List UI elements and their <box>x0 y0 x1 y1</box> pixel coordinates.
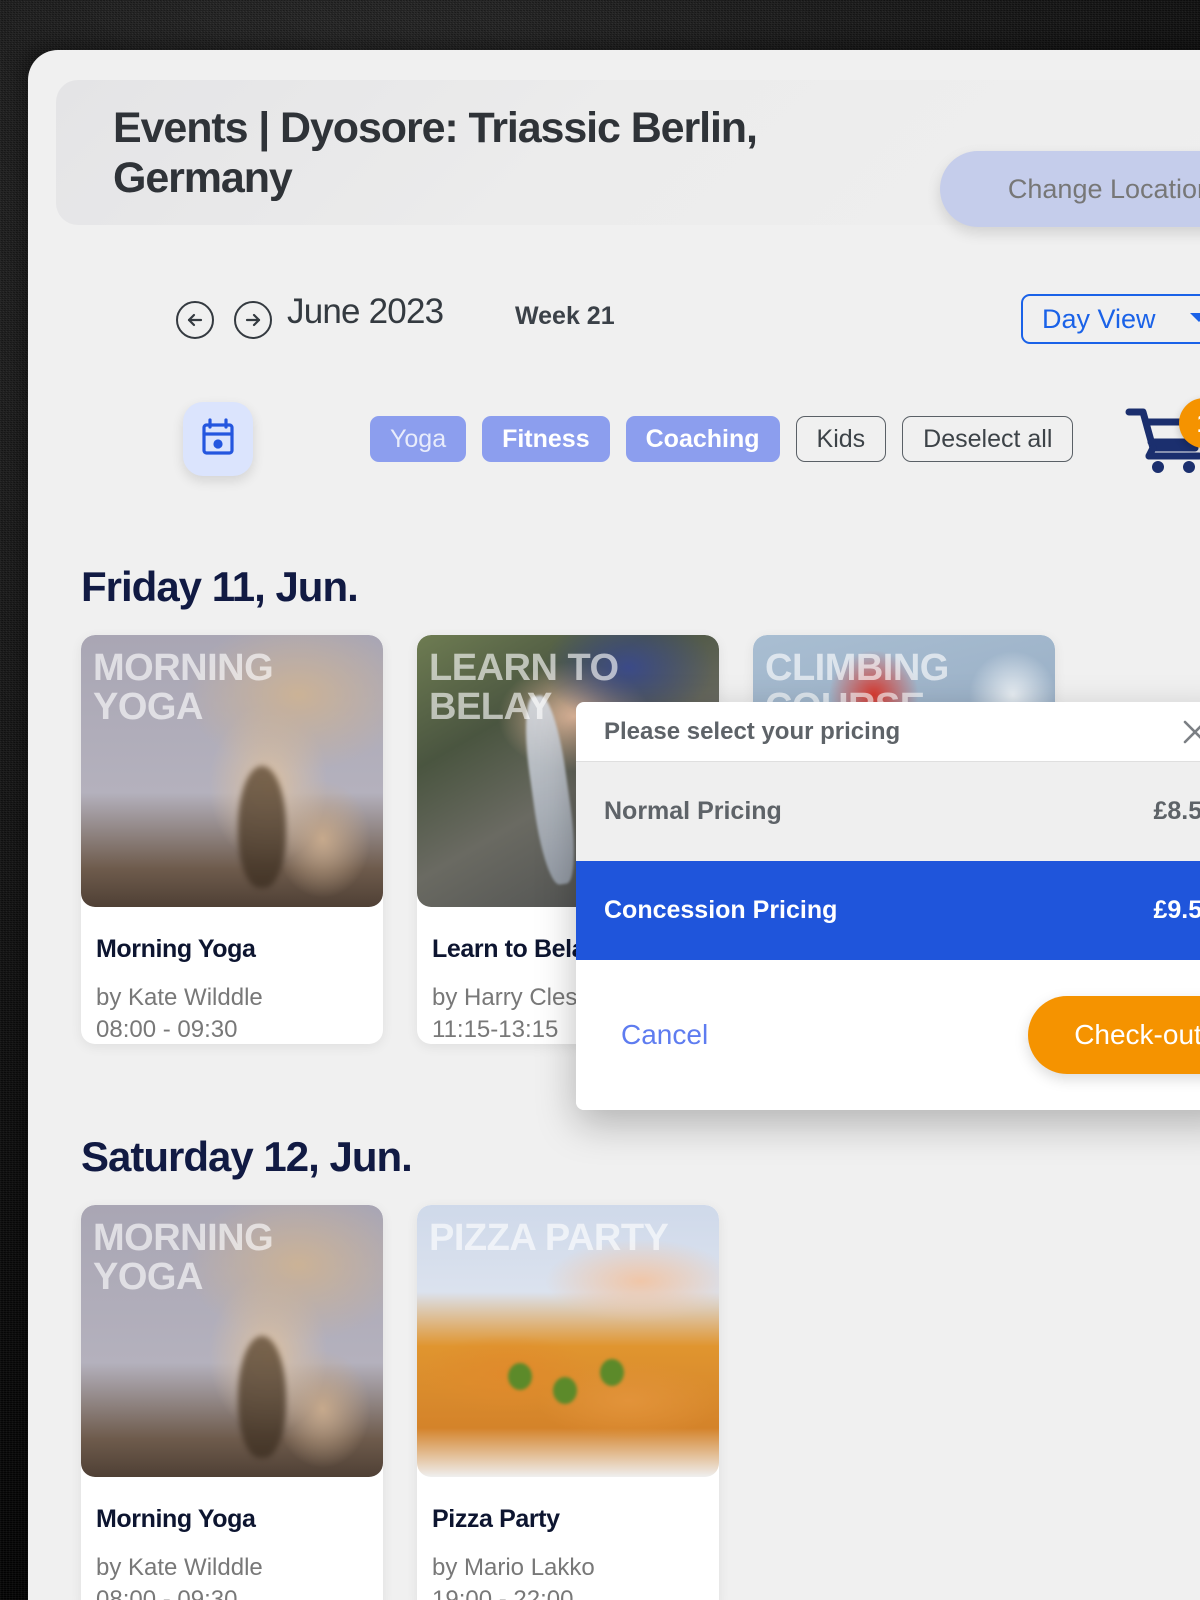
page-title: Events | Dyosore: Triassic Berlin, Germa… <box>113 104 758 203</box>
event-card-body: Morning Yoga by Kate Wilddle 08:00 - 09:… <box>81 907 383 1044</box>
event-card-body: Morning Yoga by Kate Wilddle 08:00 - 09:… <box>81 1477 383 1600</box>
modal-title: Please select your pricing <box>604 717 901 745</box>
event-card-media: MORNING YOGA <box>81 1205 383 1477</box>
device-frame: Events | Dyosore: Triassic Berlin, Germa… <box>0 0 1200 1600</box>
change-location-button[interactable]: Change Location <box>940 151 1200 227</box>
filter-chip-kids[interactable]: Kids <box>795 416 887 462</box>
change-location-label: Change Location <box>1007 173 1200 204</box>
category-filter-chips: Yoga Fitness Coaching Kids Deselect all <box>370 416 1074 462</box>
filter-chip-coaching[interactable]: Coaching <box>625 416 780 462</box>
event-time: 08:00 - 09:30 <box>96 1586 238 1600</box>
pricing-option-concession[interactable]: Concession Pricing £9.50 <box>576 861 1200 960</box>
event-author: by Mario Lakko <box>432 1554 595 1581</box>
event-time: 19:00 - 22:00 <box>432 1586 574 1600</box>
pricing-option-name: Normal Pricing <box>604 797 782 825</box>
shopping-cart-icon <box>1125 408 1200 480</box>
day-heading: Friday 11, Jun. <box>81 563 359 610</box>
deselect-all-button[interactable]: Deselect all <box>902 416 1074 462</box>
calendar-nav-row: June 2023 Week 21 Day View <box>28 292 1200 356</box>
pricing-option-normal[interactable]: Normal Pricing £8.50 <box>576 762 1200 861</box>
chevron-down-icon <box>1189 310 1200 329</box>
event-title: Morning Yoga <box>96 1505 256 1533</box>
filter-chip-fitness[interactable]: Fitness <box>482 416 610 462</box>
pricing-modal: Please select your pricing Normal Pricin… <box>576 702 1200 1110</box>
app-screen: Events | Dyosore: Triassic Berlin, Germa… <box>28 50 1200 1600</box>
event-image-overlay-title: MORNING YOGA <box>93 1217 274 1299</box>
week-label: Week 21 <box>515 302 615 330</box>
event-image-overlay-title: PIZZA PARTY <box>429 1217 669 1259</box>
next-month-button[interactable] <box>234 301 272 339</box>
event-card[interactable]: MORNING YOGA Morning Yoga by Kate Wilddl… <box>81 1205 383 1600</box>
filters-row: Yoga Fitness Coaching Kids Deselect all <box>28 398 1200 488</box>
event-card-media: PIZZA PARTY <box>417 1205 719 1477</box>
event-card-body: Pizza Party by Mario Lakko 19:00 - 22:00 <box>417 1477 719 1600</box>
event-card-media: MORNING YOGA <box>81 635 383 907</box>
checkout-button[interactable]: Check-out <box>1028 996 1200 1074</box>
event-title: Morning Yoga <box>96 935 256 963</box>
calendar-toggle-button[interactable] <box>183 402 253 476</box>
modal-header: Please select your pricing <box>576 702 1200 762</box>
cart-button[interactable]: 1 <box>1125 398 1200 480</box>
event-image-overlay-title: MORNING YOGA <box>93 647 274 729</box>
pricing-option-price: £9.50 <box>1153 896 1200 924</box>
modal-footer: Cancel Check-out <box>576 960 1200 1110</box>
arrow-right-circle-icon <box>242 309 264 331</box>
event-title: Pizza Party <box>432 1505 560 1533</box>
event-card[interactable]: PIZZA PARTY Pizza Party by Mario Lakko 1… <box>417 1205 719 1600</box>
cancel-button[interactable]: Cancel <box>621 1019 1028 1051</box>
prev-month-button[interactable] <box>176 301 214 339</box>
event-author: by Kate Wilddle <box>96 984 263 1011</box>
arrow-left-circle-icon <box>184 309 206 331</box>
event-card[interactable]: MORNING YOGA Morning Yoga by Kate Wilddl… <box>81 635 383 1044</box>
calendar-icon <box>199 417 237 462</box>
pricing-option-price: £8.50 <box>1153 797 1200 825</box>
view-mode-select[interactable]: Day View <box>1021 294 1200 344</box>
close-icon[interactable] <box>1180 717 1200 747</box>
view-mode-label: Day View <box>1042 303 1156 334</box>
month-label: June 2023 <box>287 292 444 331</box>
day-heading: Saturday 12, Jun. <box>81 1133 413 1180</box>
pricing-option-name: Concession Pricing <box>604 896 838 924</box>
filter-chip-yoga[interactable]: Yoga <box>370 416 467 462</box>
event-time: 08:00 - 09:30 <box>96 1016 238 1043</box>
event-author: by Kate Wilddle <box>96 1554 263 1581</box>
